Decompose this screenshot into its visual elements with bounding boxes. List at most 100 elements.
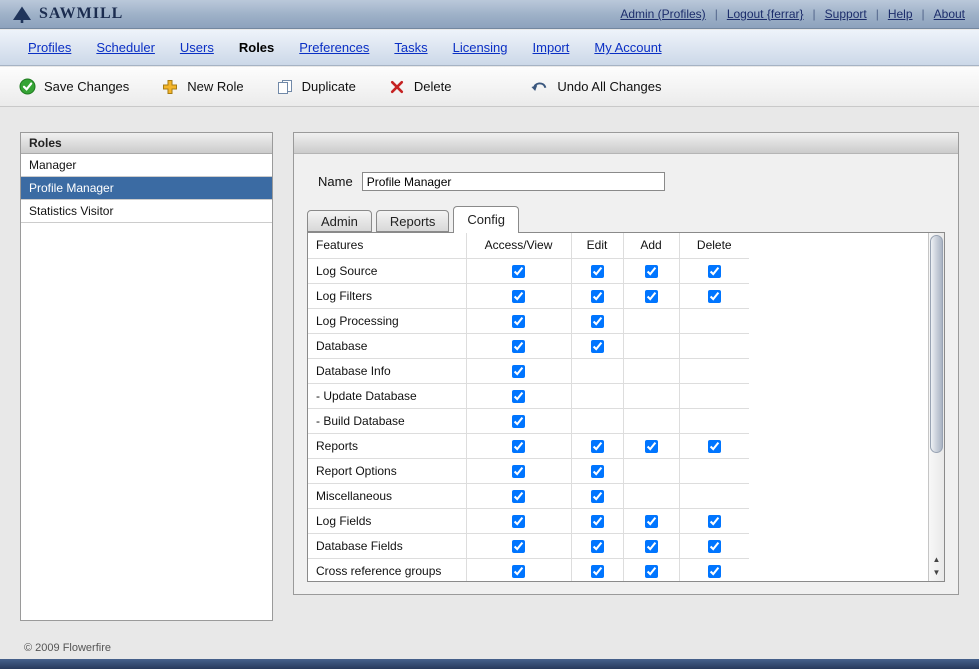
checkbox-access-miscellaneous[interactable] [512,490,525,503]
header-link-help[interactable]: Help [888,7,913,21]
nav-item-tasks[interactable]: Tasks [394,40,427,55]
checkbox-cell [679,558,749,582]
nav-item-users[interactable]: Users [180,40,214,55]
role-name-input[interactable] [362,172,665,191]
checkbox-access-log-processing[interactable] [512,315,525,328]
checkbox-edit-reports[interactable] [591,440,604,453]
checkbox-edit-log-filters[interactable] [591,290,604,303]
table-head: FeaturesAccess/ViewEditAddDelete [308,233,749,258]
empty-cell [679,308,749,333]
header-link-support[interactable]: Support [825,7,867,21]
nav-item-roles[interactable]: Roles [239,40,274,55]
roles-list: ManagerProfile ManagerStatistics Visitor [21,154,272,223]
checkbox-access-reports[interactable] [512,440,525,453]
checkbox-edit-log-source[interactable] [591,265,604,278]
table-header-row: FeaturesAccess/ViewEditAddDelete [308,233,749,258]
column-header-edit: Edit [571,233,623,258]
checkbox-access-log-source[interactable] [512,265,525,278]
checkbox-access-cross-reference-groups[interactable] [512,565,525,578]
nav-item-licensing[interactable]: Licensing [453,40,508,55]
empty-cell [679,408,749,433]
header-link-about[interactable]: About [934,7,965,21]
checkbox-cell [623,433,679,458]
checkbox-edit-database-fields[interactable] [591,540,604,553]
empty-cell [623,458,679,483]
scrollbar-track[interactable]: ▲ ▼ [928,233,944,581]
checkbox-delete-log-source[interactable] [708,265,721,278]
nav-item-scheduler[interactable]: Scheduler [96,40,155,55]
checkbox-edit-log-processing[interactable] [591,315,604,328]
checkbox-access-report-options[interactable] [512,465,525,478]
empty-cell [623,333,679,358]
checkbox-add-log-source[interactable] [645,265,658,278]
checkbox-add-database-fields[interactable] [645,540,658,553]
checkbox-access-database-fields[interactable] [512,540,525,553]
role-item-manager[interactable]: Manager [21,154,272,177]
checkbox-delete-log-fields[interactable] [708,515,721,528]
permissions-table-container: FeaturesAccess/ViewEditAddDelete Log Sou… [307,232,945,582]
feature-name: Log Filters [308,283,466,308]
table-row: Log Fields [308,508,749,533]
checkbox-access-database[interactable] [512,340,525,353]
save-changes-button[interactable]: Save Changes [18,78,129,95]
sawmill-logo[interactable]: SAWMILL [10,5,123,23]
role-item-profile-manager[interactable]: Profile Manager [21,177,272,200]
nav-item-profiles[interactable]: Profiles [28,40,71,55]
header-link-admin-profiles[interactable]: Admin (Profiles) [620,7,705,21]
empty-cell [623,383,679,408]
nav-item-preferences[interactable]: Preferences [299,40,369,55]
delete-x-icon [388,78,406,95]
nav-item-import[interactable]: Import [533,40,570,55]
link-separator: | [876,7,879,21]
scroll-up-button[interactable]: ▲ [929,553,944,567]
scroll-down-button[interactable]: ▼ [929,566,944,580]
duplicate-button[interactable]: Duplicate [276,78,356,95]
roles-panel: Roles ManagerProfile ManagerStatistics V… [20,132,273,621]
checkbox-edit-database[interactable] [591,340,604,353]
undo-all-changes-button[interactable]: Undo All Changes [531,78,661,95]
checkbox-add-cross-reference-groups[interactable] [645,565,658,578]
checkbox-edit-miscellaneous[interactable] [591,490,604,503]
feature-name: Database Fields [308,533,466,558]
feature-name: Log Fields [308,508,466,533]
checkbox-edit-log-fields[interactable] [591,515,604,528]
checkbox-delete-database-fields[interactable] [708,540,721,553]
feature-name: - Build Database [308,408,466,433]
checkbox-delete-log-filters[interactable] [708,290,721,303]
checkbox-add-log-filters[interactable] [645,290,658,303]
checkbox-cell [623,533,679,558]
new-role-button[interactable]: New Role [161,78,243,95]
checkbox-access-log-fields[interactable] [512,515,525,528]
scrollbar-thumb[interactable] [930,235,943,453]
checkbox-add-reports[interactable] [645,440,658,453]
nav-item-my-account[interactable]: My Account [594,40,661,55]
empty-cell [623,358,679,383]
checkbox-edit-cross-reference-groups[interactable] [591,565,604,578]
checkbox-add-log-fields[interactable] [645,515,658,528]
plus-icon [161,78,179,95]
header-link-logout-ferrar[interactable]: Logout {ferrar} [727,7,804,21]
tab-admin[interactable]: Admin [307,210,372,232]
empty-cell [679,383,749,408]
tab-config[interactable]: Config [453,206,519,233]
role-item-statistics-visitor[interactable]: Statistics Visitor [21,200,272,223]
checkbox-cell [466,408,571,433]
checkbox-access-database-info[interactable] [512,365,525,378]
table-row: Cross reference groups [308,558,749,582]
checkbox-cell [571,333,623,358]
checkbox-delete-cross-reference-groups[interactable] [708,565,721,578]
tree-logo-icon [10,5,34,23]
table-row: - Build Database [308,408,749,433]
checkbox-edit-report-options[interactable] [591,465,604,478]
delete-button[interactable]: Delete [388,78,452,95]
checkbox-delete-reports[interactable] [708,440,721,453]
checkbox-access-build-database[interactable] [512,415,525,428]
editor-header-bar [294,133,958,154]
checkbox-access-update-database[interactable] [512,390,525,403]
checkbox-access-log-filters[interactable] [512,290,525,303]
feature-name: Database Info [308,358,466,383]
tab-reports[interactable]: Reports [376,210,450,232]
checkbox-cell [679,533,749,558]
toolbar-button-label: Undo All Changes [557,79,661,94]
checkbox-cell [466,333,571,358]
